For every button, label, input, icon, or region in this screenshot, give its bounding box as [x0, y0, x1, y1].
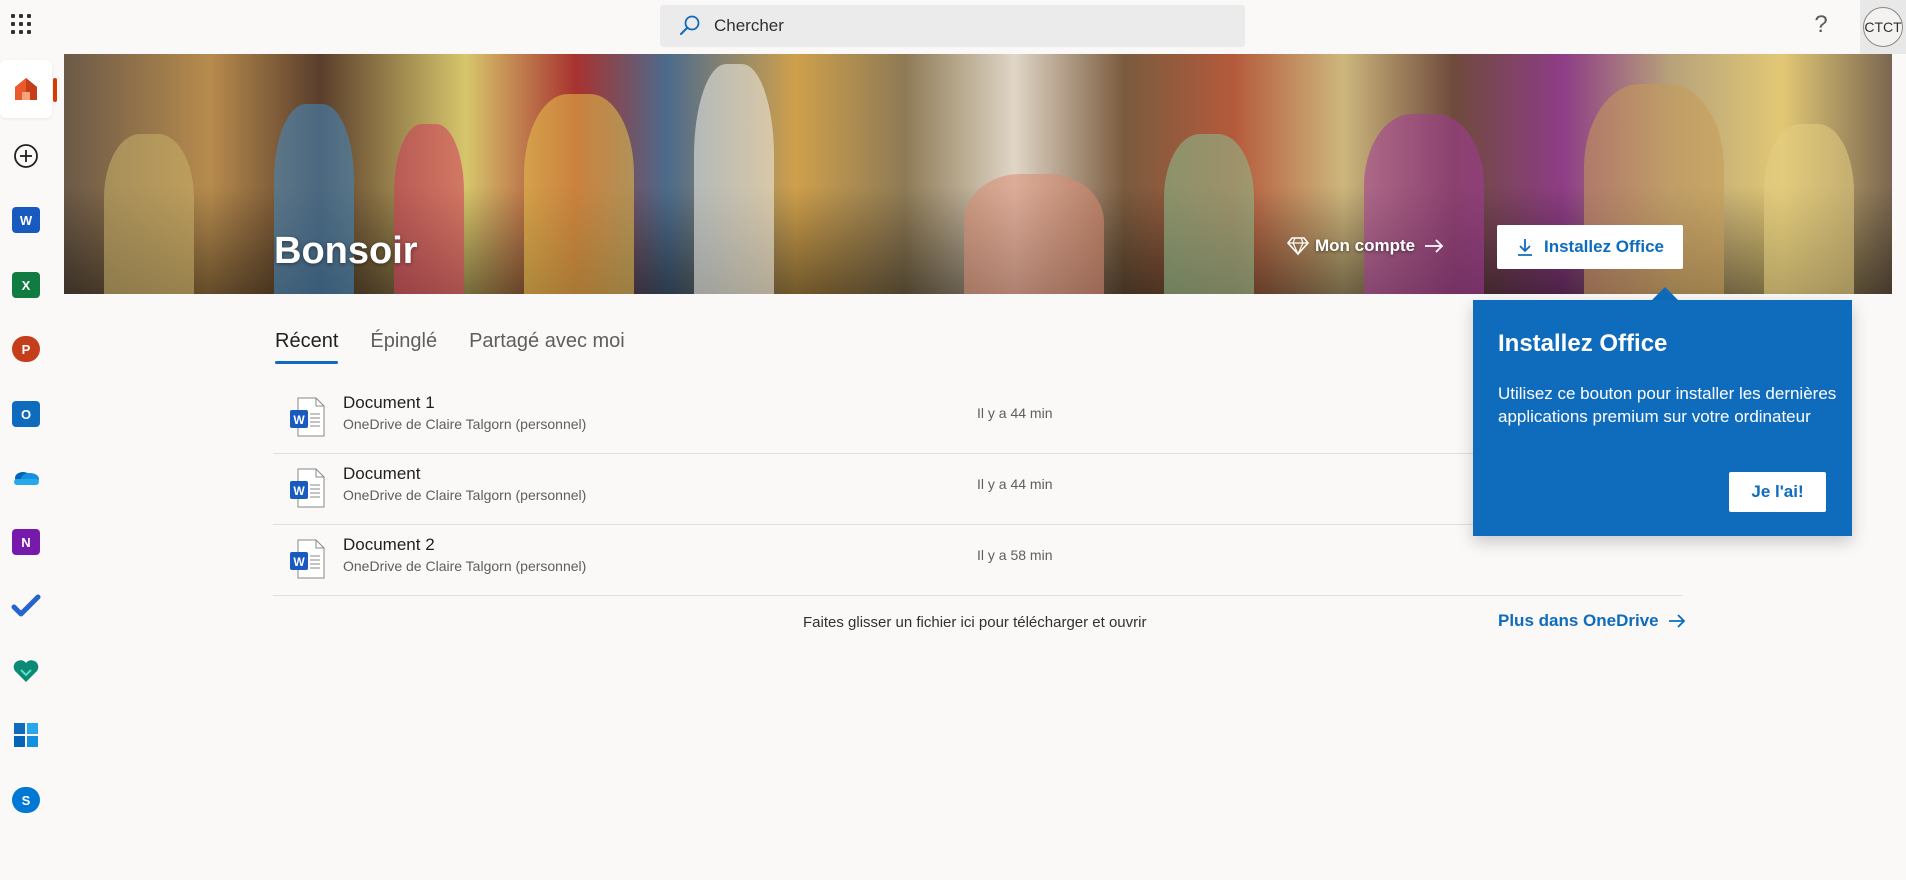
rail-item-powerpoint[interactable]: P [0, 320, 52, 378]
rail-item-home[interactable] [0, 60, 57, 118]
install-office-callout: Installez Office Utilisez ce bouton pour… [1473, 300, 1852, 536]
help-icon[interactable]: ? [1810, 10, 1832, 40]
file-location: OneDrive de Claire Talgorn (personnel) [343, 487, 587, 503]
callout-dismiss-button[interactable]: Je l'ai! [1729, 472, 1826, 512]
outlook-icon: O [12, 401, 40, 427]
install-office-button[interactable]: Installez Office [1497, 225, 1683, 269]
rail-item-word[interactable]: W [0, 191, 52, 249]
callout-beak [1651, 287, 1679, 301]
search-icon [680, 15, 700, 35]
app-rail: W X P O N S [0, 54, 64, 880]
brush-decoration [1364, 114, 1484, 294]
add-circle-icon [14, 144, 38, 168]
file-modified-time: Il y a 44 min [977, 405, 1053, 421]
search-input[interactable] [714, 15, 1194, 36]
rail-item-family-safety[interactable] [0, 642, 52, 700]
search-box[interactable] [660, 5, 1245, 46]
rail-item-excel[interactable]: X [0, 256, 52, 314]
tab-recent[interactable]: Récent [275, 330, 339, 364]
word-document-icon: W [290, 539, 325, 579]
rail-item-onedrive[interactable] [0, 448, 52, 506]
todo-check-icon [11, 594, 41, 617]
file-location: OneDrive de Claire Talgorn (personnel) [343, 416, 587, 432]
file-location: OneDrive de Claire Talgorn (personnel) [343, 558, 587, 574]
home-icon [15, 78, 37, 100]
rail-item-outlook[interactable]: O [0, 385, 52, 443]
svg-text:W: W [293, 484, 305, 498]
my-account-link[interactable]: Mon compte [1287, 236, 1445, 256]
callout-body: Utilisez ce bouton pour installer les de… [1498, 384, 1837, 426]
arrow-right-icon [1425, 239, 1444, 253]
powerpoint-icon: P [12, 336, 40, 362]
tab-pinned[interactable]: Épinglé [370, 330, 437, 364]
rail-item-skype[interactable]: S [0, 771, 52, 829]
word-document-icon: W [290, 397, 325, 437]
top-bar: ? CTCT [0, 0, 1906, 54]
rail-item-calendar[interactable] [0, 706, 52, 764]
callout-title: Installez Office [1498, 330, 1668, 357]
file-list: W Document 1 OneDrive de Claire Talgorn … [273, 383, 1683, 596]
tab-shared[interactable]: Partagé avec moi [469, 330, 625, 364]
download-icon [1518, 239, 1532, 256]
avatar[interactable]: CTCT [1863, 7, 1903, 47]
brush-decoration [104, 134, 194, 294]
onedrive-icon [14, 472, 39, 485]
more-in-onedrive-label: Plus dans OneDrive [1498, 611, 1659, 630]
file-row[interactable]: W Document 1 OneDrive de Claire Talgorn … [273, 383, 1683, 454]
install-office-label: Installez Office [1544, 237, 1664, 256]
rail-item-onenote[interactable]: N [0, 513, 52, 571]
file-tabs: Récent Épinglé Partagé avec moi [275, 330, 657, 364]
rail-item-create[interactable] [0, 127, 52, 185]
file-modified-time: Il y a 58 min [977, 547, 1053, 563]
brush-decoration [1164, 134, 1254, 294]
file-modified-time: Il y a 44 min [977, 476, 1053, 492]
more-in-onedrive-link[interactable]: Plus dans OneDrive [1498, 611, 1687, 631]
diamond-icon [1287, 237, 1309, 256]
brush-decoration [964, 174, 1104, 294]
greeting-title: Bonsoir [274, 230, 418, 272]
arrow-right-icon [1668, 614, 1685, 628]
brush-decoration [1764, 124, 1854, 294]
app-launcher-icon[interactable] [8, 11, 34, 37]
heart-icon [13, 660, 39, 682]
svg-text:W: W [293, 413, 305, 427]
file-name: Document 2 [343, 535, 435, 554]
file-name: Document [343, 464, 421, 483]
file-name: Document 1 [343, 393, 435, 412]
excel-icon: X [12, 272, 40, 298]
skype-icon: S [12, 787, 40, 813]
file-row[interactable]: W Document 2 OneDrive de Claire Talgorn … [273, 525, 1683, 596]
account-area: CTCT [1860, 0, 1906, 54]
brush-decoration [694, 64, 774, 294]
brush-decoration [524, 94, 634, 294]
file-row[interactable]: W Document OneDrive de Claire Talgorn (p… [273, 454, 1683, 525]
rail-item-todo[interactable] [0, 577, 52, 635]
calendar-icon [14, 723, 38, 747]
drop-zone-hint[interactable]: Faites glisser un fichier ici pour téléc… [803, 614, 1146, 631]
word-icon: W [12, 207, 40, 233]
onenote-icon: N [12, 529, 40, 555]
my-account-label: Mon compte [1315, 236, 1416, 255]
word-document-icon: W [290, 468, 325, 508]
svg-text:W: W [293, 555, 305, 569]
